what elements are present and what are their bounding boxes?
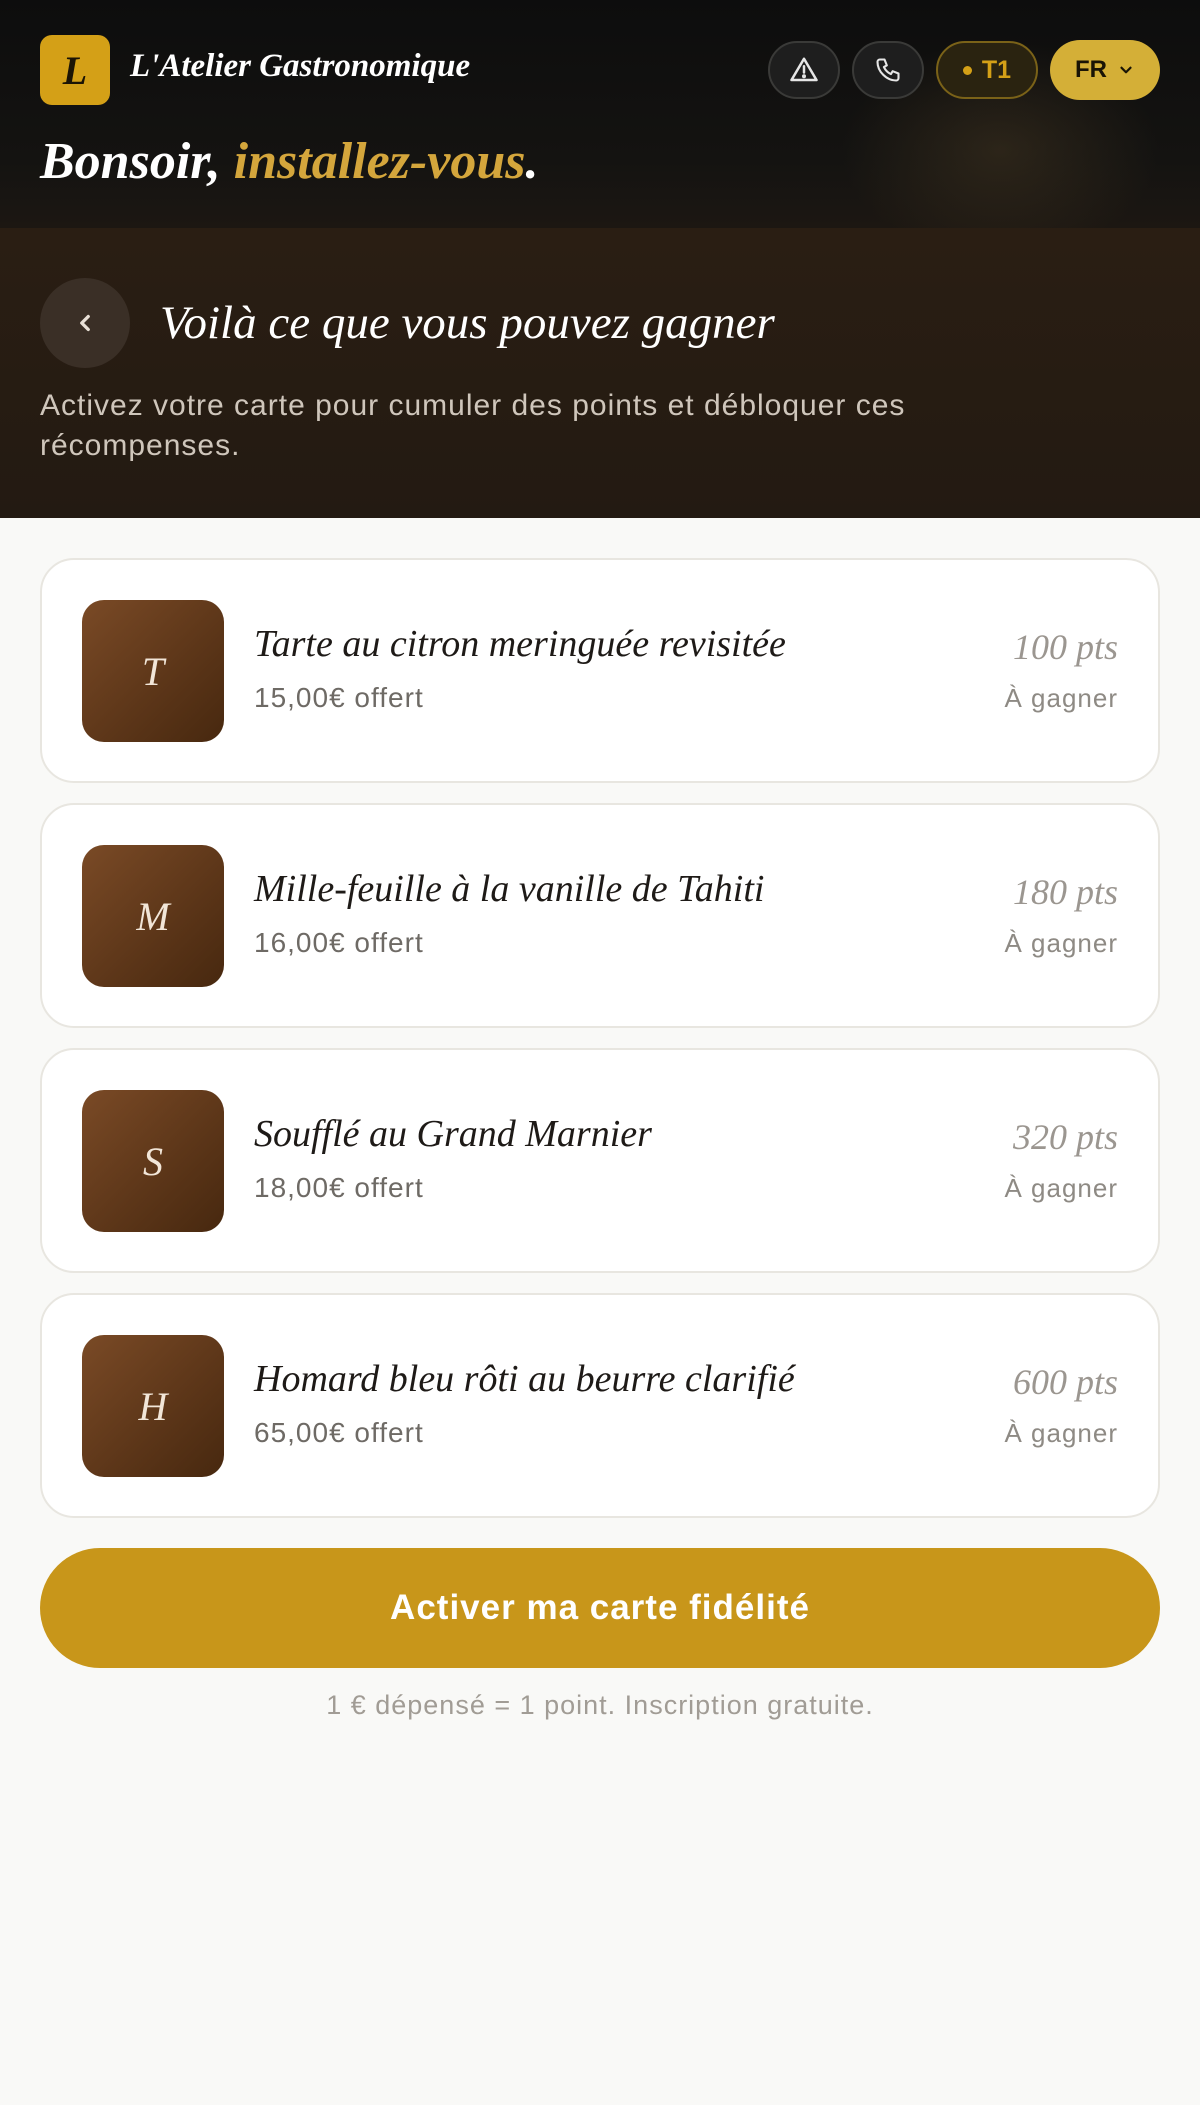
reward-card[interactable]: S Soufflé au Grand Marnier 18,00€ offert… <box>40 1048 1160 1273</box>
hero-subtitle: Activez votre carte pour cumuler des poi… <box>40 389 906 462</box>
alert-button[interactable] <box>768 41 840 99</box>
points-footnote: 1 € dépensé = 1 point. Inscription gratu… <box>326 1690 874 1720</box>
brand-name: L'Atelier Gastronomique <box>130 48 471 84</box>
chevron-left-icon <box>80 314 90 332</box>
reward-status: À gagner <box>1004 1173 1118 1203</box>
app-header: L L'Atelier Gastronomique T1 FR Bonsoir,… <box>0 0 1200 228</box>
language-label: FR <box>1075 56 1107 83</box>
reward-points: 320 pts <box>1012 1117 1118 1157</box>
reward-thumbnail: T <box>82 600 224 742</box>
reward-title: Soufflé au Grand Marnier <box>254 1113 652 1155</box>
greeting-main: Bonsoir, <box>40 133 234 190</box>
reward-card[interactable]: M Mille-feuille à la vanille de Tahiti 1… <box>40 803 1160 1028</box>
chevron-down-icon <box>1120 66 1132 74</box>
reward-points: 180 pts <box>1012 872 1118 912</box>
call-button[interactable] <box>852 41 924 99</box>
reward-card[interactable]: H Homard bleu rôti au beurre clarifié 65… <box>40 1293 1160 1518</box>
phone-icon <box>876 58 900 82</box>
reward-status: À gagner <box>1004 683 1118 713</box>
reward-value: 16,00€ offert <box>254 927 424 958</box>
reward-value: 65,00€ offert <box>254 1417 424 1448</box>
reward-card[interactable]: T Tarte au citron meringuée revisitée 15… <box>40 558 1160 783</box>
brand-logo[interactable]: L <box>40 35 110 105</box>
table-label: T1 <box>981 55 1012 84</box>
back-button[interactable] <box>40 278 130 368</box>
reward-status: À gagner <box>1004 1418 1118 1448</box>
reward-points: 600 pts <box>1012 1362 1118 1402</box>
activate-card-button[interactable]: Activer ma carte fidélité <box>40 1548 1160 1668</box>
hero-title: Voilà ce que vous pouvez gagner <box>160 297 775 349</box>
reward-thumbnail: M <box>82 845 224 987</box>
reward-value: 15,00€ offert <box>254 682 424 713</box>
reward-thumbnail: S <box>82 1090 224 1232</box>
language-selector[interactable]: FR <box>1050 40 1160 100</box>
reward-title: Homard bleu rôti au beurre clarifié <box>254 1358 795 1400</box>
rewards-list: T Tarte au citron meringuée revisitée 15… <box>0 518 1200 1518</box>
greeting-heading: Bonsoir, installez-vous. <box>40 132 538 191</box>
reward-points: 100 pts <box>1012 627 1118 667</box>
table-status-dot <box>962 65 972 75</box>
reward-title: Mille-feuille à la vanille de Tahiti <box>254 868 765 910</box>
reward-title: Tarte au citron meringuée revisitée <box>254 623 786 665</box>
table-badge[interactable]: T1 <box>936 41 1038 99</box>
warning-triangle-icon <box>790 57 818 82</box>
reward-thumbnail: H <box>82 1335 224 1477</box>
reward-status: À gagner <box>1004 928 1118 958</box>
reward-value: 18,00€ offert <box>254 1172 424 1203</box>
header-actions: T1 FR <box>768 40 1160 100</box>
greeting-accent: installez-vous <box>233 133 526 190</box>
rewards-hero: Voilà ce que vous pouvez gagner Activez … <box>0 228 1200 518</box>
greeting-end: . <box>525 133 539 190</box>
